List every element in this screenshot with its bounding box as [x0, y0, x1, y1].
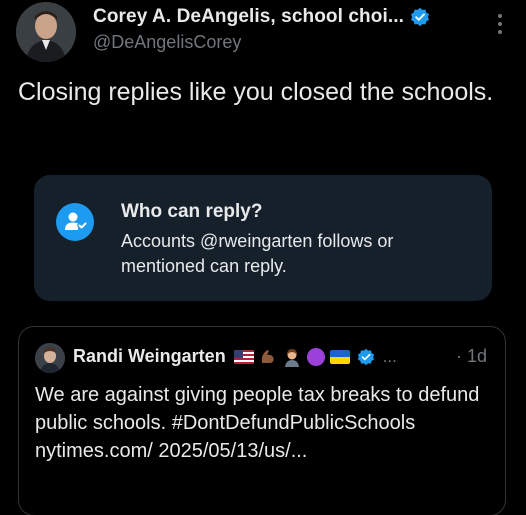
person-avatar-icon [16, 2, 76, 62]
reply-restriction-card: Who can reply? Accounts @rweingarten fol… [34, 175, 492, 301]
author-avatar[interactable] [16, 2, 76, 62]
quoted-tweet-time[interactable]: · 1d [456, 346, 487, 367]
quoted-tweet-text: We are against giving people tax breaks … [35, 384, 480, 462]
ukraine-flag-icon [329, 349, 350, 364]
reply-restriction-description: Accounts @rweingarten follows or mention… [121, 231, 394, 276]
purple-circle-icon [306, 347, 325, 366]
name-truncation-ellipsis: ... [382, 346, 397, 366]
person-avatar-icon [35, 343, 65, 373]
quoted-author-name-row: Randi Weingarten ... [73, 346, 397, 367]
tweet-detail-view: Corey A. DeAngelis, school choi... @DeAn… [0, 0, 526, 515]
verified-badge-icon [410, 7, 429, 27]
person-check-icon [56, 203, 94, 241]
teacher-icon [284, 348, 299, 367]
us-flag-icon [233, 349, 254, 364]
reply-restriction-title: Who can reply? [121, 201, 263, 222]
author-name-row: Corey A. DeAngelis, school choi... [93, 6, 430, 28]
author-display-name[interactable]: Corey A. DeAngelis, school choi... [93, 6, 404, 28]
quoted-tweet-card[interactable]: Randi Weingarten ... · 1d We are against… [18, 326, 506, 515]
quoted-author-avatar[interactable] [35, 343, 65, 373]
quoted-author-display-name[interactable]: Randi Weingarten [73, 346, 226, 367]
author-handle[interactable]: @DeAngelisCorey [93, 32, 241, 53]
more-vertical-icon[interactable] [498, 14, 502, 34]
flexed-biceps-icon [261, 349, 274, 363]
verified-badge-icon [357, 348, 374, 365]
tweet-text: Closing replies like you closed the scho… [18, 78, 494, 106]
